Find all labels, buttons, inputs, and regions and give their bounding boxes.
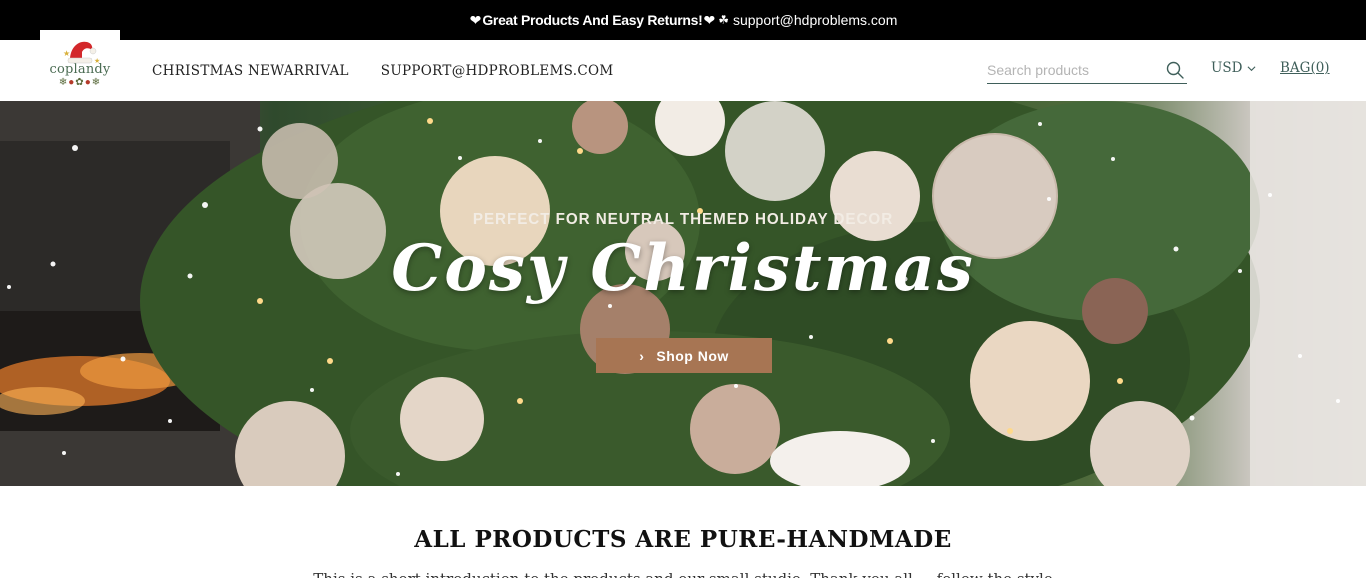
svg-text:★: ★: [63, 49, 70, 58]
santa-hat-icon: ★ ★: [63, 41, 100, 64]
nav-item-support-email[interactable]: SUPPORT@HDPROBLEMS.COM: [381, 63, 614, 79]
clover-icon: ☘: [718, 13, 729, 27]
chevron-down-icon: [1247, 65, 1256, 71]
announcement-bar: ❤ Great Products And Easy Returns! ❤ ☘ s…: [0, 0, 1366, 40]
section-title: ALL PRODUCTS ARE PURE-HANDMADE: [414, 526, 952, 553]
bag-link[interactable]: BAG(0): [1280, 60, 1330, 76]
heart-icon: ❤: [703, 11, 716, 28]
search-box: [987, 57, 1187, 84]
holly-decoration-icon: ❄●✿●❄: [58, 77, 102, 88]
main-nav: CHRISTMAS NEWARRIVAL SUPPORT@HDPROBLEMS.…: [152, 40, 613, 101]
search-icon[interactable]: [1165, 60, 1185, 80]
currency-value: USD: [1211, 60, 1243, 76]
search-input[interactable]: [987, 58, 1157, 82]
heart-icon: ❤: [469, 11, 482, 28]
shop-now-label: Shop Now: [656, 347, 729, 364]
site-header: ★ ★ coplandy ❄●✿●❄ CHRISTMAS NEWARRIVAL …: [0, 30, 1366, 101]
logo[interactable]: ★ ★ coplandy ❄●✿●❄: [40, 30, 120, 101]
announcement-text: Great Products And Easy Returns!: [482, 12, 703, 28]
shop-now-button[interactable]: › Shop Now: [596, 338, 772, 373]
chevron-right-icon: ›: [639, 347, 645, 364]
currency-selector[interactable]: USD: [1211, 60, 1256, 76]
logo-wordmark: coplandy: [49, 62, 111, 77]
nav-item-christmas-newarrival[interactable]: CHRISTMAS NEWARRIVAL: [152, 63, 349, 79]
hero-banner: PERFECT FOR NEUTRAL THEMED HOLIDAY DECOR…: [0, 101, 1366, 486]
hero-content: PERFECT FOR NEUTRAL THEMED HOLIDAY DECOR…: [0, 101, 1366, 486]
svg-text:★: ★: [94, 57, 100, 64]
hero-subtitle: PERFECT FOR NEUTRAL THEMED HOLIDAY DECOR: [472, 211, 894, 228]
announcement-email[interactable]: support@hdproblems.com: [733, 12, 897, 28]
hero-title: Cosy Christmas: [391, 231, 975, 306]
section-intro-text: This is a short introduction to the prod…: [0, 570, 1366, 578]
